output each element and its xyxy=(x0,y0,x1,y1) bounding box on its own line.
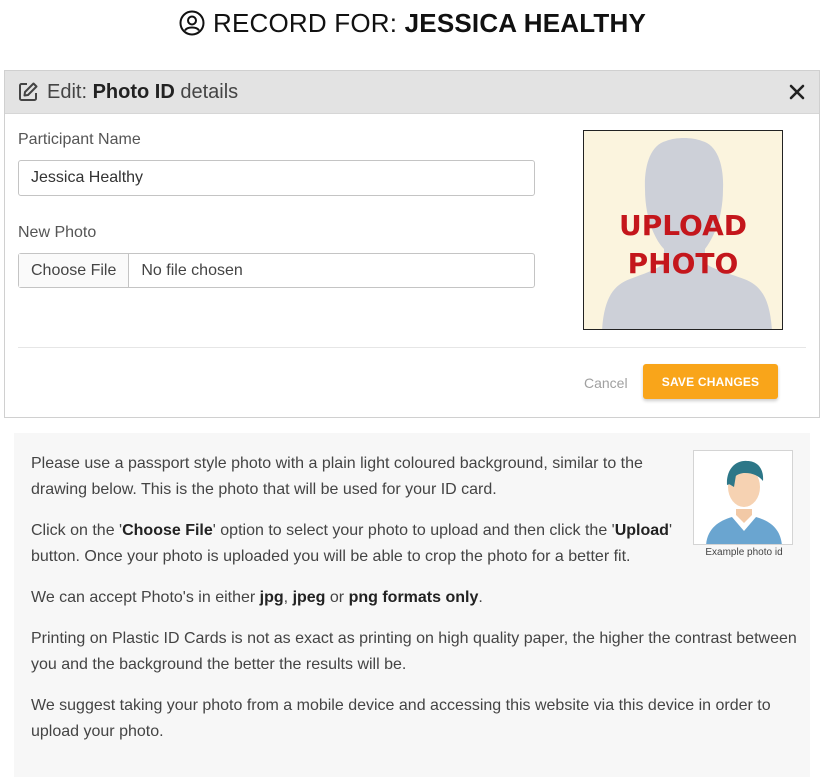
edit-photo-modal: Edit: Photo ID details Participant Name … xyxy=(4,70,820,418)
user-circle-icon xyxy=(179,10,205,36)
page-header: RECORD FOR: JESSICA HEALTHY xyxy=(0,6,825,40)
modal-header: Edit: Photo ID details xyxy=(5,71,819,114)
close-button[interactable] xyxy=(785,80,809,104)
upload-photo-text: UPLOAD PHOTO xyxy=(618,209,748,280)
divider xyxy=(18,347,806,348)
instructions-text: Please use a passport style photo with a… xyxy=(31,451,797,760)
photo-file-input[interactable]: Choose File No file chosen xyxy=(18,253,535,288)
save-changes-button[interactable]: SAVE CHANGES xyxy=(643,364,778,399)
example-photo xyxy=(693,450,793,545)
new-photo-label: New Photo xyxy=(18,224,97,241)
photo-form: Participant Name Jessica Healthy New Pho… xyxy=(18,131,536,288)
modal-title: Edit: Photo ID details xyxy=(47,80,239,103)
instruction-paragraph: Please use a passport style photo with a… xyxy=(31,455,643,498)
example-photo-caption: Example photo id xyxy=(705,547,783,558)
photo-placeholder[interactable]: UPLOAD PHOTO xyxy=(583,130,783,330)
choose-file-button[interactable]: Choose File xyxy=(19,254,130,287)
example-person-image xyxy=(706,460,782,544)
file-status-text: No file chosen xyxy=(141,261,243,279)
participant-name-label: Participant Name xyxy=(18,131,141,148)
instruction-paragraph: Printing on Plastic ID Cards is not as e… xyxy=(31,630,797,673)
participant-name-input[interactable]: Jessica Healthy xyxy=(18,160,535,196)
instructions-panel: Please use a passport style photo with a… xyxy=(14,433,810,777)
close-icon xyxy=(789,84,805,100)
instruction-paragraph: Click on the 'Choose File' option to sel… xyxy=(31,522,672,565)
edit-icon xyxy=(19,82,38,101)
participant-name-heading: JESSICA HEALTHY xyxy=(404,7,646,38)
page-title: RECORD FOR: JESSICA HEALTHY xyxy=(213,7,646,38)
cancel-button[interactable]: Cancel xyxy=(584,375,628,391)
instruction-paragraph: We can accept Photo's in either jpg, jpe… xyxy=(31,589,483,606)
instruction-paragraph: We suggest taking your photo from a mobi… xyxy=(31,697,771,740)
